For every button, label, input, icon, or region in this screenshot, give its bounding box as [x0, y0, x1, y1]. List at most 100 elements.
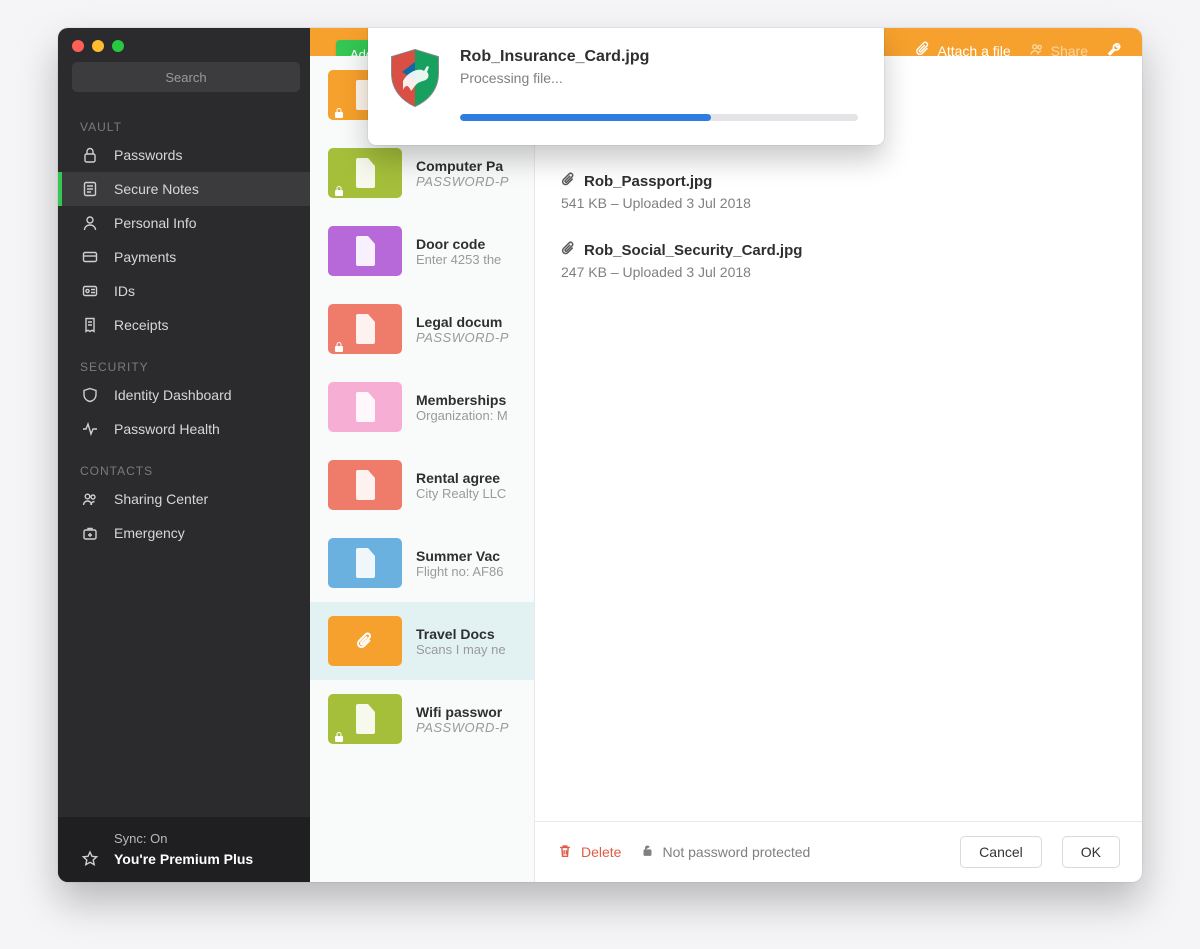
note-thumb	[328, 382, 402, 432]
sidebar-section-vault: VAULT	[58, 102, 310, 138]
note-title: Legal docum	[416, 314, 509, 330]
note-thumb	[328, 226, 402, 276]
app-window: VAULT Passwords Secure Notes Personal Info…	[58, 28, 1142, 882]
main-area: Add new Attach a file Share	[310, 28, 1142, 882]
note-subtitle: Organization: M	[416, 408, 508, 423]
note-icon	[80, 180, 100, 198]
upload-toast: Rob_Insurance_Card.jpg Processing file..…	[368, 28, 884, 145]
ok-button[interactable]: OK	[1062, 836, 1120, 868]
note-item[interactable]: MembershipsOrganization: M	[310, 368, 534, 446]
sidebar-item-personal-info[interactable]: Personal Info	[58, 206, 310, 240]
sidebar-item-payments[interactable]: Payments	[58, 240, 310, 274]
kit-icon	[80, 524, 100, 542]
sidebar-item-receipts[interactable]: Receipts	[58, 308, 310, 342]
note-item[interactable]: Legal documPASSWORD-P	[310, 290, 534, 368]
sidebar-item-secure-notes[interactable]: Secure Notes	[58, 172, 310, 206]
sidebar-item-emergency[interactable]: Emergency	[58, 516, 310, 550]
note-subtitle: Enter 4253 the	[416, 252, 501, 267]
note-title: Travel Docs	[416, 626, 506, 642]
lock-icon	[334, 105, 344, 115]
note-item[interactable]: Travel DocsScans I may ne	[310, 602, 534, 680]
note-thumb	[328, 460, 402, 510]
id-icon	[80, 282, 100, 300]
note-item[interactable]: Rental agreeCity Realty LLC	[310, 446, 534, 524]
sidebar-search-input[interactable]	[72, 62, 300, 92]
sidebar-item-label: Secure Notes	[114, 181, 199, 197]
sidebar-item-label: Payments	[114, 249, 176, 265]
note-thumb	[328, 304, 402, 354]
premium-label: You're Premium Plus	[114, 851, 253, 867]
detail-pane: Rob_Passport.jpg 541 KB – Uploaded 3 Jul …	[535, 56, 1142, 882]
sidebar-item-passwords[interactable]: Passwords	[58, 138, 310, 172]
sidebar-item-label: Receipts	[114, 317, 168, 333]
lock-icon	[334, 729, 344, 739]
paperclip-icon	[561, 241, 576, 260]
attachment-name: Rob_Social_Security_Card.jpg	[584, 242, 802, 259]
note-subtitle: PASSWORD-P	[416, 174, 509, 189]
note-title: Computer Pa	[416, 158, 509, 174]
lock-icon	[80, 146, 100, 164]
toast-filename: Rob_Insurance_Card.jpg	[460, 48, 858, 66]
lock-icon	[334, 339, 344, 349]
attachment-item[interactable]: Rob_Passport.jpg 541 KB – Uploaded 3 Jul …	[561, 172, 1116, 211]
person-icon	[80, 214, 100, 232]
window-controls	[72, 40, 124, 52]
attachment-meta: 541 KB – Uploaded 3 Jul 2018	[561, 195, 1116, 211]
sidebar-item-password-health[interactable]: Password Health	[58, 412, 310, 446]
sidebar-item-label: Passwords	[114, 147, 182, 163]
note-thumb	[328, 694, 402, 744]
note-subtitle: PASSWORD-P	[416, 330, 509, 345]
note-item[interactable]: Computer PaPASSWORD-P	[310, 134, 534, 212]
sidebar-item-sharing-center[interactable]: Sharing Center	[58, 482, 310, 516]
pulse-icon	[80, 420, 100, 438]
sidebar-section-security: SECURITY	[58, 342, 310, 378]
attachment-item[interactable]: Rob_Social_Security_Card.jpg 247 KB – Upl…	[561, 241, 1116, 280]
sidebar-item-label: IDs	[114, 283, 135, 299]
note-thumb	[328, 538, 402, 588]
sidebar-item-ids[interactable]: IDs	[58, 274, 310, 308]
notes-list[interactable]: PASSWORD-PComputer PaPASSWORD-PDoor code…	[310, 56, 535, 882]
note-item[interactable]: Wifi passworPASSWORD-P	[310, 680, 534, 758]
toast-progressbar	[460, 114, 858, 121]
protection-status: Not password protected	[641, 844, 810, 860]
sidebar-item-label: Personal Info	[114, 215, 197, 231]
note-subtitle: Scans I may ne	[416, 642, 506, 657]
app-shield-icon	[388, 48, 442, 108]
detail-footer: Delete Not password protected Cancel OK	[535, 821, 1142, 882]
note-item[interactable]: Door codeEnter 4253 the	[310, 212, 534, 290]
receipt-icon	[80, 316, 100, 334]
star-icon	[80, 850, 100, 868]
note-subtitle: Flight no: AF86	[416, 564, 503, 579]
sidebar-section-contacts: CONTACTS	[58, 446, 310, 482]
sidebar-footer: Sync: On You're Premium Plus	[58, 817, 310, 882]
note-subtitle: PASSWORD-P	[416, 720, 509, 735]
note-subtitle: City Realty LLC	[416, 486, 506, 501]
sync-status: Sync: On	[114, 831, 310, 846]
unlock-icon	[641, 844, 654, 860]
sidebar-item-label: Identity Dashboard	[114, 387, 232, 403]
minimize-window-button[interactable]	[92, 40, 104, 52]
paperclip-icon	[561, 172, 576, 191]
attachment-name: Rob_Passport.jpg	[584, 173, 712, 190]
sidebar-item-identity-dashboard[interactable]: Identity Dashboard	[58, 378, 310, 412]
cancel-button[interactable]: Cancel	[960, 836, 1042, 868]
close-window-button[interactable]	[72, 40, 84, 52]
sidebar-item-label: Sharing Center	[114, 491, 208, 507]
attachment-meta: 247 KB – Uploaded 3 Jul 2018	[561, 264, 1116, 280]
note-item[interactable]: Summer VacFlight no: AF86	[310, 524, 534, 602]
premium-status[interactable]: You're Premium Plus	[80, 850, 310, 868]
shield-icon	[80, 386, 100, 404]
zoom-window-button[interactable]	[112, 40, 124, 52]
note-title: Rental agree	[416, 470, 506, 486]
note-title: Summer Vac	[416, 548, 503, 564]
note-thumb	[328, 616, 402, 666]
toast-status: Processing file...	[460, 70, 858, 86]
note-title: Memberships	[416, 392, 508, 408]
sidebar-item-label: Password Health	[114, 421, 220, 437]
note-title: Wifi passwor	[416, 704, 509, 720]
note-thumb	[328, 148, 402, 198]
people-icon	[80, 490, 100, 508]
trash-icon	[557, 843, 573, 862]
delete-button[interactable]: Delete	[557, 843, 621, 862]
note-title: Door code	[416, 236, 501, 252]
